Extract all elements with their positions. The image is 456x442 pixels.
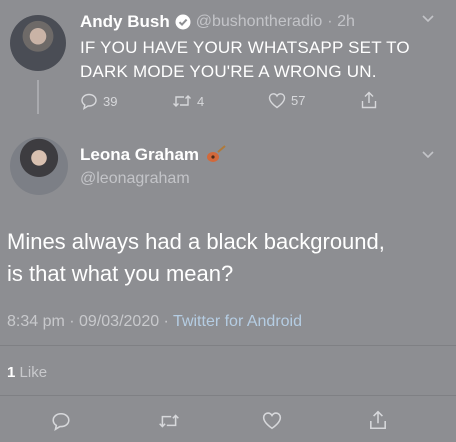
display-name[interactable]: Leona Graham	[80, 145, 199, 165]
share-icon[interactable]	[368, 410, 388, 431]
tweet-text-line: is that what you mean?	[7, 261, 234, 286]
tweet-meta: 8:34 pm · 09/03/2020 · Twitter for Andro…	[7, 313, 302, 331]
reply-count: 39	[103, 93, 118, 109]
like-label: Like	[19, 364, 48, 381]
source-link[interactable]: Twitter for Android	[173, 313, 302, 330]
verified-badge-icon	[175, 14, 191, 30]
tweet-text: IF YOU HAVE YOUR WHATSAPP SET TO DARK MO…	[80, 36, 450, 84]
guitar-icon	[205, 145, 227, 165]
tweet-text-line: Mines always had a black background,	[7, 229, 385, 254]
like-count: 57	[291, 93, 306, 108]
tweet-text-line: DARK MODE YOU'RE A WRONG UN.	[80, 62, 377, 81]
chevron-down-icon[interactable]	[421, 150, 435, 160]
avatar-leona-graham[interactable]	[10, 137, 68, 195]
like-total: 1	[7, 364, 16, 381]
tweet-header: Andy Bush @bushontheradio · 2h	[80, 12, 355, 32]
tweet-text-line: IF YOU HAVE YOUR WHATSAPP SET TO	[80, 38, 410, 57]
like-button[interactable]: 57	[268, 92, 305, 109]
timestamp: 8:34 pm · 09/03/2020 ·	[7, 313, 174, 330]
reply-icon[interactable]	[51, 411, 71, 431]
retweet-icon[interactable]	[158, 411, 180, 431]
likes-summary[interactable]: 1 Like	[7, 364, 47, 381]
display-name[interactable]: Andy Bush	[80, 12, 170, 32]
reply-button[interactable]: 39	[80, 92, 117, 110]
avatar-andy-bush[interactable]	[10, 15, 66, 71]
retweet-button[interactable]: 4	[172, 92, 204, 110]
tweet-header: Leona Graham	[80, 145, 227, 165]
thread-line	[37, 80, 39, 114]
tweet-time: · 2h	[327, 13, 355, 30]
tweet-text: Mines always had a black background, is …	[7, 226, 452, 290]
heart-icon	[268, 92, 286, 109]
divider	[0, 345, 456, 346]
share-icon[interactable]	[360, 91, 378, 110]
divider	[0, 395, 456, 396]
heart-icon[interactable]	[262, 411, 282, 430]
reply-icon	[80, 92, 98, 110]
chevron-down-icon[interactable]	[421, 14, 435, 24]
retweet-icon	[172, 92, 192, 110]
handle[interactable]: @leonagraham	[80, 170, 190, 188]
retweet-count: 4	[197, 93, 205, 109]
handle[interactable]: @bushontheradio	[196, 13, 323, 31]
